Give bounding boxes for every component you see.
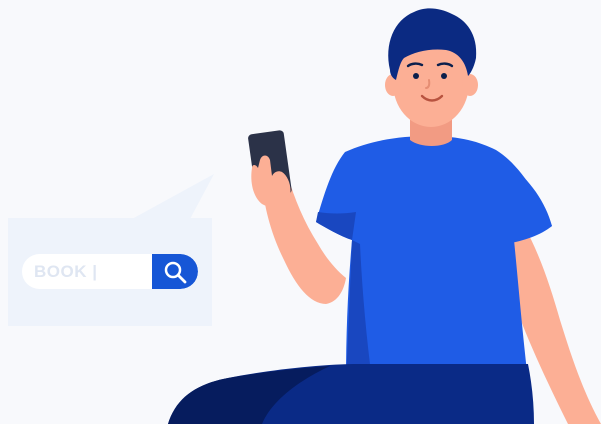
illustration-scene <box>0 0 601 424</box>
left-eye <box>413 73 419 79</box>
sleeve-shadow <box>316 212 356 240</box>
person-with-phone <box>168 8 601 424</box>
right-ear <box>462 74 478 96</box>
right-eye <box>441 73 447 79</box>
